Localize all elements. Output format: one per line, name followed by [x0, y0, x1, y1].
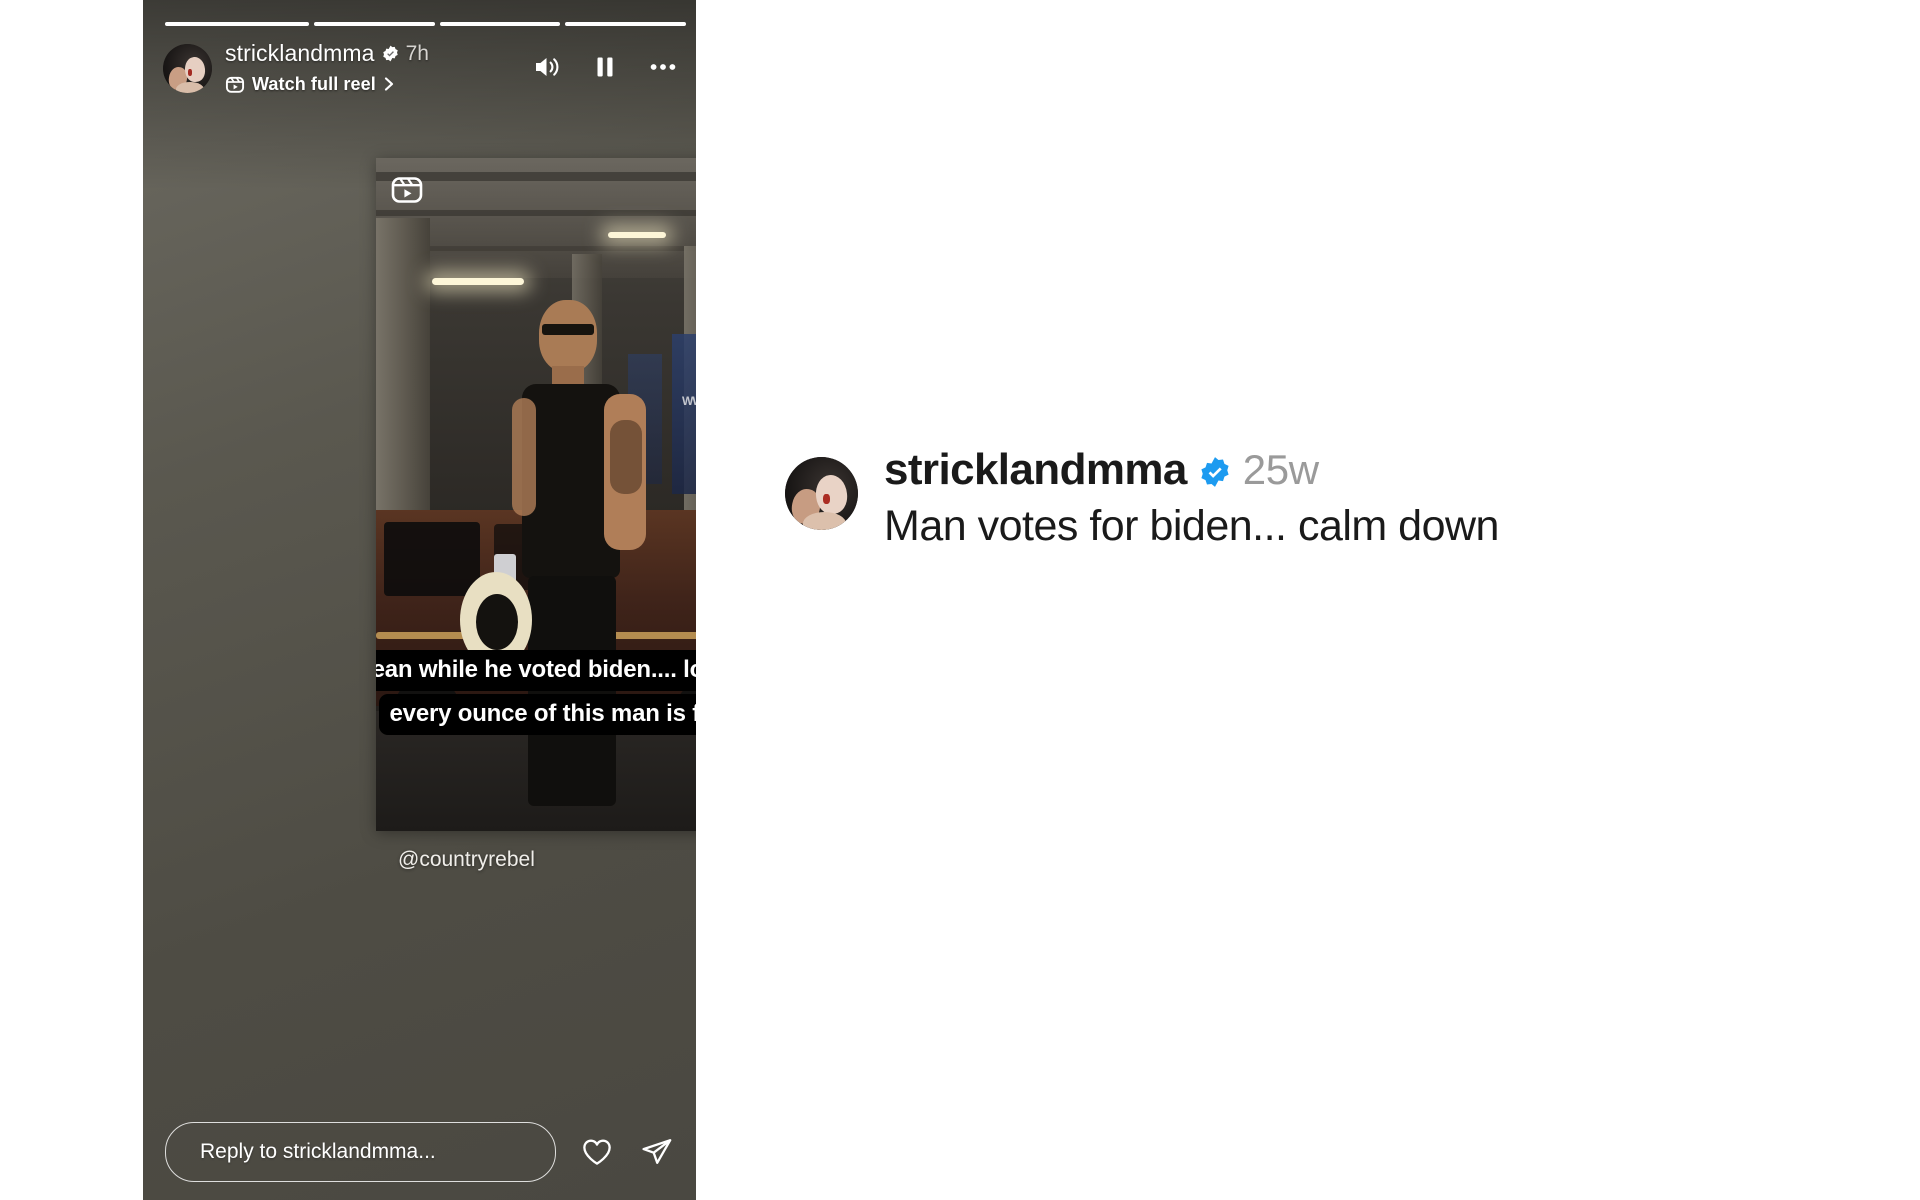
story-timestamp: 7h: [405, 42, 429, 65]
more-options-icon[interactable]: [648, 52, 678, 82]
story-reply-bar: Reply to stricklandmma...: [143, 1122, 696, 1182]
story-header-actions: [532, 52, 678, 82]
story-progress-segment-3[interactable]: [439, 22, 561, 26]
reply-input[interactable]: Reply to stricklandmma...: [165, 1122, 556, 1182]
reel-play-icon: [390, 172, 424, 206]
send-icon[interactable]: [640, 1135, 674, 1169]
chevron-right-icon: [383, 76, 395, 92]
story-header-text: stricklandmma 7h Watch full reel: [225, 42, 429, 94]
story-author-avatar[interactable]: [163, 44, 212, 93]
watch-full-reel-link[interactable]: Watch full reel: [225, 74, 429, 94]
comment-username[interactable]: stricklandmma: [884, 446, 1187, 493]
reel-badge-icon: [225, 74, 245, 94]
story-progress-segment-4[interactable]: [565, 22, 687, 26]
instagram-story-panel: stricklandmma 7h Watch full reel W ean w…: [143, 0, 696, 1200]
story-username[interactable]: stricklandmma: [225, 42, 375, 65]
pause-icon[interactable]: [590, 52, 620, 82]
sound-on-icon[interactable]: [532, 52, 562, 82]
comment-header-row: stricklandmma 25w: [884, 446, 1499, 494]
reply-input-placeholder: Reply to stricklandmma...: [200, 1140, 436, 1163]
story-progress-bars: [165, 22, 687, 26]
reel-caption-line-2: every ounce of this man is fake: [378, 693, 696, 735]
embedded-reel-card[interactable]: WWE: [376, 158, 696, 831]
heart-icon[interactable]: [580, 1135, 614, 1169]
story-reply-actions: [580, 1135, 674, 1169]
comment-block: stricklandmma 25w Man votes for biden...…: [785, 446, 1875, 551]
verified-badge-icon: [382, 45, 399, 62]
verified-badge-icon: [1199, 456, 1231, 488]
watch-full-reel-label: Watch full reel: [252, 74, 376, 94]
comment-content: stricklandmma 25w Man votes for biden...…: [884, 446, 1499, 551]
story-progress-segment-2[interactable]: [314, 22, 435, 26]
reel-caption-overlay: Mean while he voted biden.... lol fake..…: [376, 650, 696, 735]
comment-timestamp: 25w: [1242, 446, 1319, 493]
story-progress-segment-1[interactable]: [165, 22, 310, 26]
story-author-row: stricklandmma 7h: [225, 42, 429, 65]
comment-text: Man votes for biden... calm down: [884, 502, 1499, 550]
reel-caption-line-1: Mean while he voted biden.... lol fake..: [376, 650, 696, 691]
comment-author-avatar[interactable]: [785, 457, 858, 530]
mention-label[interactable]: @countryrebel: [398, 848, 535, 872]
